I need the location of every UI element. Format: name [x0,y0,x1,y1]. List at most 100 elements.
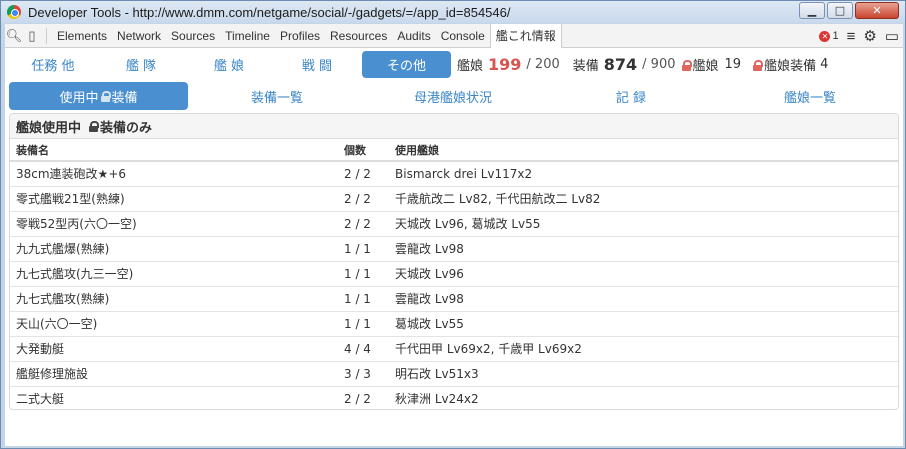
subtab-port-ship-status[interactable]: 母港艦娘状況 [398,82,508,110]
equipment-count: 3 / 3 [338,360,389,386]
subtab-equipment-list[interactable]: 装備一覧 [232,82,322,110]
equipment-name: 九七式艦攻(九三一空) [10,260,338,286]
equipment-ships: 秋津洲 Lv24x2 [389,385,898,409]
sub-nav: 使用中 装備 装備一覧 母港艦娘状況 記 録 艦娘一覧 [5,82,903,110]
subtab-equipment-label: 装備 [111,90,138,106]
dock-side-icon[interactable]: ▭ [885,27,899,45]
equip-count: 874 [603,55,638,74]
locked-ship-count: 19 [724,57,742,72]
equipment-ships: 雲龍改 Lv98 [389,285,898,311]
error-icon: ✕ [819,30,831,42]
panel-heading: 艦娘使用中 装備のみ [10,114,898,139]
tab-network[interactable]: Network [112,24,166,48]
tab-fleet[interactable]: 艦 隊 [111,51,171,78]
tab-profiles[interactable]: Profiles [275,24,325,48]
lock-icon [753,59,764,71]
equipment-count: 2 / 2 [338,385,389,409]
tab-resources[interactable]: Resources [325,24,392,48]
toolbar-right: ✕ 1 ≡ ⚙ ▭ [819,24,899,48]
equipment-name: 大発動艇 [10,335,338,361]
equipment-ships: 葛城改 Lv55 [389,310,898,336]
equipment-ships: Bismarck drei Lv117x2 [389,160,898,186]
equipment-name: 零式艦戦21型(熟練) [10,185,338,211]
table-row: 九七式艦攻(熟練) 1 / 1 雲龍改 Lv98 [10,285,898,311]
equipment-ships: 千歳航改二 Lv82, 千代田航改二 Lv82 [389,185,898,211]
equipment-ships: 天城改 Lv96, 葛城改 Lv55 [389,210,898,236]
ship-label: 艦娘 [457,59,484,74]
table-row: 九七式艦攻(九三一空) 1 / 1 天城改 Lv96 [10,260,898,286]
minimize-button[interactable]: ▁ [799,2,825,19]
toolbar-divider [46,27,47,44]
equipment-name: 零戦52型丙(六〇一空) [10,210,338,236]
equipment-table: 装備名 個数 使用艦娘 38cm連装砲改★+6 2 / 2 Bismarck dre… [10,139,898,409]
tab-ships[interactable]: 艦 娘 [199,51,259,78]
equip-label: 装備 [572,59,599,74]
table-row: 大発動艇 4 / 4 千代田甲 Lv69x2, 千歳甲 Lv69x2 [10,335,898,361]
equipment-count: 2 / 2 [338,160,389,186]
close-button[interactable]: ✕ [855,2,899,19]
column-header-count: 個数 [338,139,389,162]
equipment-count: 1 / 1 [338,260,389,286]
tab-elements[interactable]: Elements [52,24,112,48]
table-row: 零式艦戦21型(熟練) 2 / 2 千歳航改二 Lv82, 千代田航改二 Lv82 [10,185,898,211]
gear-icon[interactable]: ⚙ [863,27,876,45]
lock-icon [89,120,100,132]
equipment-count: 1 / 1 [338,235,389,261]
search-icon[interactable]: 🔍︎ [5,28,23,44]
ship-max: / 200 [526,57,560,72]
subtab-records[interactable]: 記 録 [601,82,661,110]
tab-console[interactable]: Console [436,24,490,48]
subtab-in-use-label: 使用中 [59,90,99,106]
error-counter[interactable]: ✕ 1 [819,30,839,42]
extension-panel: 任務 他 艦 隊 艦 娘 戦 闘 その他 艦娘 199 / 200 装備 874… [5,48,903,446]
equipment-name: 38cm連装砲改★+6 [10,160,338,186]
device-mode-icon[interactable]: ▯ [23,28,41,44]
lock-icon [100,90,111,102]
table-row: 二式大艇 2 / 2 秋津洲 Lv24x2 [10,385,898,409]
equipment-name: 九九式艦爆(熟練) [10,235,338,261]
tab-tasks[interactable]: 任務 他 [23,51,83,78]
equipment-name: 二式大艇 [10,385,338,409]
tab-timeline[interactable]: Timeline [220,24,275,48]
table-row: 艦艇修理施設 3 / 3 明石改 Lv51x3 [10,360,898,386]
window-title: Developer Tools - http://www.dmm.com/net… [28,4,511,20]
equipment-panel: 艦娘使用中 装備のみ 装備名 個数 使用艦娘 38cm連装砲改★+6 2 / 2B… [9,113,899,410]
locked-equip-label: 艦娘装備 [764,59,817,74]
chrome-logo-icon [7,5,21,19]
main-nav: 任務 他 艦 隊 艦 娘 戦 闘 その他 艦娘 199 / 200 装備 874… [5,51,903,78]
table-row: 天山(六〇一空) 1 / 1 葛城改 Lv55 [10,310,898,336]
equipment-count: 1 / 1 [338,310,389,336]
subtab-ship-list[interactable]: 艦娘一覧 [765,82,855,110]
equipment-name: 九七式艦攻(熟練) [10,285,338,311]
column-header-ships: 使用艦娘 [389,139,898,162]
window-controls: ▁ □ ✕ [799,2,899,19]
table-header-row: 装備名 個数 使用艦娘 [10,139,898,162]
tab-kancolle-info[interactable]: 艦これ情報 [489,23,562,48]
equipment-ships: 千代田甲 Lv69x2, 千歳甲 Lv69x2 [389,335,898,361]
error-count: 1 [832,30,839,42]
equipment-count: 2 / 2 [338,210,389,236]
title-bar: Developer Tools - http://www.dmm.com/net… [1,1,905,23]
locked-ship-label: 艦娘 [692,59,719,74]
equipment-name: 天山(六〇一空) [10,310,338,336]
equip-max: / 900 [642,57,676,72]
devtools-toolbar: 🔍︎ ▯ Elements Network Sources Timeline P… [5,23,903,48]
equipment-count: 4 / 4 [338,335,389,361]
tab-other[interactable]: その他 [362,51,451,78]
equipment-count: 2 / 2 [338,185,389,211]
tab-battle[interactable]: 戦 闘 [287,51,347,78]
equipment-count: 1 / 1 [338,285,389,311]
equipment-ships: 天城改 Lv96 [389,260,898,286]
port-stats: 艦娘 199 / 200 装備 874 / 900 艦娘 19 艦娘装備 4 [457,51,828,78]
lock-icon [681,59,692,71]
locked-equip-count: 4 [820,57,829,72]
console-drawer-icon[interactable]: ≡ [847,28,856,45]
maximize-button[interactable]: □ [827,2,853,19]
table-row: 38cm連装砲改★+6 2 / 2 Bismarck drei Lv117x2 [10,160,898,186]
tab-sources[interactable]: Sources [166,24,220,48]
tab-audits[interactable]: Audits [392,24,435,48]
subtab-in-use-equipment[interactable]: 使用中 装備 [9,82,188,110]
equipment-name: 艦艇修理施設 [10,360,338,386]
table-row: 零戦52型丙(六〇一空) 2 / 2 天城改 Lv96, 葛城改 Lv55 [10,210,898,236]
devtools-window: Developer Tools - http://www.dmm.com/net… [0,0,906,449]
